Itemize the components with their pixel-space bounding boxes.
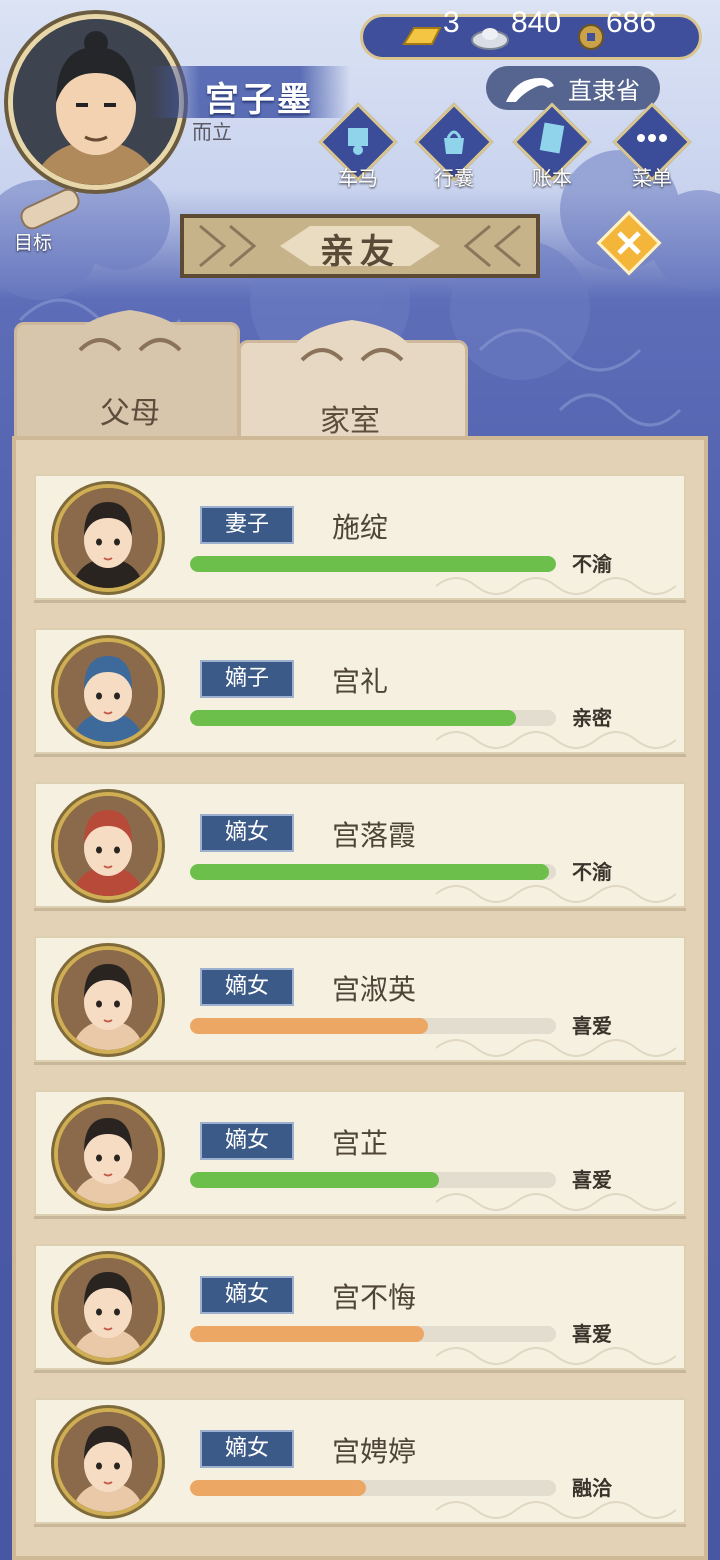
- close-icon: [617, 231, 641, 255]
- gold-ingot-icon: [402, 27, 442, 45]
- girl-portrait-icon: [58, 1412, 158, 1512]
- coin-count: 686: [606, 6, 657, 39]
- wife-portrait-icon: [58, 488, 158, 588]
- location-label: 直隶省: [568, 77, 640, 105]
- member-name: 施绽: [332, 511, 389, 544]
- member-role-badge: 嫡女: [200, 968, 294, 1006]
- member-role-badge: 嫡女: [200, 814, 294, 852]
- member-avatar[interactable]: [54, 946, 162, 1054]
- menu-label-menu: 菜单: [632, 166, 672, 190]
- wave-pattern: [436, 577, 676, 595]
- carriage-icon: [348, 128, 368, 155]
- gold-count: 3: [443, 6, 460, 39]
- silver-ingot-icon: [471, 28, 509, 50]
- wave-pattern: [436, 1501, 676, 1519]
- member-avatar[interactable]: [54, 1254, 162, 1362]
- member-role-badge: 嫡女: [200, 1276, 294, 1314]
- member-role-badge: 嫡女: [200, 1430, 294, 1468]
- bag-icon: [444, 130, 464, 154]
- wave-pattern: [436, 1347, 676, 1365]
- player-age-title: 而立: [192, 120, 232, 144]
- family-member-card[interactable]: 嫡女 宫不悔 喜爱: [34, 1244, 686, 1370]
- member-name: 宫芷: [332, 1127, 389, 1160]
- wave-pattern: [436, 1039, 676, 1057]
- member-role-badge: 妻子: [200, 506, 294, 544]
- wave-pattern: [436, 1193, 676, 1211]
- member-name: 宫淑英: [332, 973, 417, 1006]
- family-member-card[interactable]: 嫡女 宫淑英 喜爱: [34, 936, 686, 1062]
- family-member-card[interactable]: 嫡女 宫娉婷 融洽: [34, 1398, 686, 1524]
- menu-label-ledger: 账本: [532, 166, 572, 190]
- affection-bar-fill: [190, 1326, 425, 1342]
- member-role-badge: 嫡女: [200, 1122, 294, 1160]
- ledger-button[interactable]: 账本: [512, 102, 592, 190]
- player-name: 宫子墨: [205, 80, 313, 120]
- wave-pattern: [436, 885, 676, 903]
- affection-bar-fill: [190, 1172, 439, 1188]
- wave-pattern: [436, 731, 676, 749]
- baby-girl-portrait-icon: [58, 796, 158, 896]
- affection-bar-fill: [190, 1018, 428, 1034]
- member-name: 宫礼: [332, 665, 389, 698]
- family-member-card[interactable]: 嫡子 宫礼 亲密: [34, 628, 686, 754]
- member-role-badge: 嫡子: [200, 660, 294, 698]
- member-avatar[interactable]: [54, 1408, 162, 1516]
- menu-label-carriage: 车马: [338, 166, 378, 190]
- tab-label-family: 家室: [320, 404, 380, 439]
- girl-portrait-icon: [58, 1104, 158, 1204]
- ledger-icon: [539, 122, 565, 154]
- menu-label-bag: 行囊: [434, 166, 474, 190]
- girl-portrait-icon: [58, 950, 158, 1050]
- tab-ornament: [282, 320, 422, 380]
- member-name: 宫落霞: [332, 819, 417, 852]
- member-name: 宫娉婷: [332, 1435, 417, 1468]
- bag-button[interactable]: 行囊: [414, 102, 494, 190]
- affection-bar-fill: [190, 1480, 366, 1496]
- member-avatar[interactable]: [54, 1100, 162, 1208]
- baby-boy-portrait-icon: [58, 642, 158, 742]
- more-dots-icon: [637, 134, 667, 142]
- member-avatar[interactable]: [54, 484, 162, 592]
- family-member-card[interactable]: 嫡女 宫芷 喜爱: [34, 1090, 686, 1216]
- tab-label-parents: 父母: [100, 396, 160, 431]
- member-avatar[interactable]: [54, 638, 162, 746]
- family-member-card[interactable]: 妻子 施绽 不渝: [34, 474, 686, 600]
- carriage-button[interactable]: 车马: [318, 102, 398, 190]
- girl-portrait-icon: [58, 1258, 158, 1358]
- copper-coin-icon: [578, 24, 604, 50]
- member-avatar[interactable]: [54, 792, 162, 900]
- tab-ornament: [60, 310, 200, 370]
- family-member-card[interactable]: 嫡女 宫落霞 不渝: [34, 782, 686, 908]
- silver-count: 840: [511, 6, 562, 39]
- member-name: 宫不悔: [332, 1281, 417, 1314]
- menu-button[interactable]: 菜单: [612, 102, 692, 190]
